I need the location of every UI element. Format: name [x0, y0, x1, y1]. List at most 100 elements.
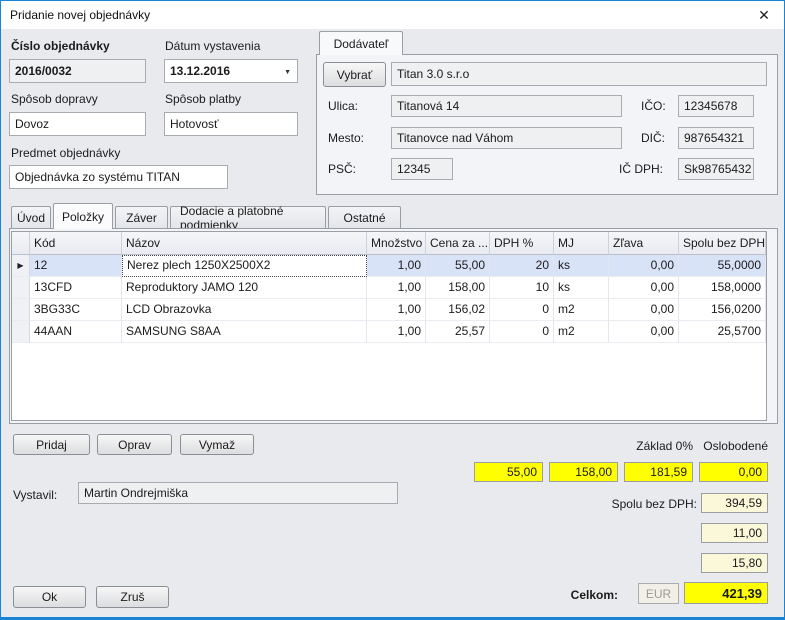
- col-spolu[interactable]: Spolu bez DPH: [679, 232, 766, 255]
- cell-cena[interactable]: 156,02: [426, 299, 490, 321]
- subject-field[interactable]: Objednávka zo systému TITAN: [9, 165, 228, 189]
- currency-code: EUR: [646, 587, 671, 601]
- vat-amount-2-field: 15,80: [701, 553, 768, 573]
- table-row[interactable]: 3BG33C LCD Obrazovka 1,00 156,02 0 m2 0,…: [12, 299, 766, 321]
- icdph-field[interactable]: Sk98765432: [678, 158, 754, 180]
- cell-zlava[interactable]: 0,00: [609, 255, 679, 277]
- row-selector: [12, 277, 30, 299]
- dialog-add-order: Pridanie novej objednávky ✕ Číslo objedn…: [0, 0, 785, 620]
- col-dph[interactable]: DPH %: [490, 232, 554, 255]
- dic-field[interactable]: 987654321: [678, 127, 754, 149]
- tab-zaver[interactable]: Záver: [115, 206, 168, 229]
- subject-label: Predmet objednávky: [11, 146, 120, 160]
- vat-amount-1-field: 11,00: [701, 523, 768, 543]
- delete-item-button[interactable]: Vymaž: [180, 434, 254, 455]
- table-row[interactable]: 44AAN SAMSUNG S8AA 1,00 25,57 0 m2 0,00 …: [12, 321, 766, 343]
- cell-spolu[interactable]: 55,0000: [679, 255, 766, 277]
- cell-mnozstvo[interactable]: 1,00: [367, 255, 426, 277]
- col-nazov[interactable]: Názov: [122, 232, 367, 255]
- cell-spolu[interactable]: 25,5700: [679, 321, 766, 343]
- city-field[interactable]: Titanovce nad Váhom: [391, 127, 622, 149]
- ico-field[interactable]: 12345678: [678, 95, 754, 117]
- tab-polozky[interactable]: Položky: [53, 203, 113, 229]
- issue-date-value: 13.12.2016: [170, 64, 230, 78]
- issue-date-combobox[interactable]: 13.12.2016 ▼: [164, 59, 298, 83]
- cell-mnozstvo[interactable]: 1,00: [367, 277, 426, 299]
- col-mnozstvo[interactable]: Množstvo: [367, 232, 426, 255]
- cell-zlava[interactable]: 0,00: [609, 277, 679, 299]
- col-cena[interactable]: Cena za ...: [426, 232, 490, 255]
- title-bar: Pridanie novej objednávky ✕: [1, 1, 784, 29]
- payment-label: Spôsob platby: [165, 92, 241, 106]
- supplier-name-field[interactable]: Titan 3.0 s.r.o: [391, 62, 767, 86]
- row-selector: [12, 299, 30, 321]
- street-field[interactable]: Titanová 14: [391, 95, 622, 117]
- issued-by-field[interactable]: Martin Ondrejmiška: [78, 482, 398, 504]
- cell-kod[interactable]: 44AAN: [30, 321, 122, 343]
- cell-kod[interactable]: 12: [30, 255, 122, 277]
- cell-dph[interactable]: 0: [490, 321, 554, 343]
- table-row[interactable]: ▶ 12 Nerez plech 1250X2500X2 1,00 55,00 …: [12, 255, 766, 277]
- cell-nazov[interactable]: SAMSUNG S8AA: [122, 321, 367, 343]
- table-row[interactable]: 13CFD Reproduktory JAMO 120 1,00 158,00 …: [12, 277, 766, 299]
- select-supplier-button[interactable]: Vybrať: [323, 62, 386, 87]
- cell-mj[interactable]: ks: [554, 277, 609, 299]
- tab-ostatne[interactable]: Ostatné: [328, 206, 401, 229]
- cell-cena[interactable]: 25,57: [426, 321, 490, 343]
- order-number-label: Číslo objednávky: [11, 39, 110, 53]
- total-field: 421,39: [684, 582, 768, 604]
- items-table-header: Kód Názov Množstvo Cena za ... DPH % MJ …: [12, 232, 766, 255]
- col-kod[interactable]: Kód: [30, 232, 122, 255]
- cell-nazov[interactable]: LCD Obrazovka: [122, 299, 367, 321]
- row-selector-header: [12, 232, 30, 255]
- tab-uvod[interactable]: Úvod: [11, 206, 51, 229]
- cell-mj[interactable]: m2: [554, 299, 609, 321]
- cell-spolu[interactable]: 158,0000: [679, 277, 766, 299]
- cell-dph[interactable]: 10: [490, 277, 554, 299]
- col-mj[interactable]: MJ: [554, 232, 609, 255]
- cell-cena[interactable]: 158,00: [426, 277, 490, 299]
- window-title: Pridanie novej objednávky: [10, 8, 150, 22]
- zip-field[interactable]: 12345: [391, 158, 453, 180]
- cell-mj[interactable]: ks: [554, 255, 609, 277]
- issued-by-label: Vystavil:: [13, 488, 57, 502]
- cell-dph[interactable]: 20: [490, 255, 554, 277]
- icdph-label: IČ DPH:: [619, 162, 663, 176]
- chevron-down-icon[interactable]: ▼: [284, 69, 291, 76]
- edit-item-button[interactable]: Oprav: [97, 434, 172, 455]
- add-item-button[interactable]: Pridaj: [13, 434, 90, 455]
- cell-dph[interactable]: 0: [490, 299, 554, 321]
- window-border: [1, 617, 784, 619]
- ico-label: IČO:: [641, 99, 666, 113]
- cell-kod[interactable]: 13CFD: [30, 277, 122, 299]
- cell-spolu[interactable]: 156,0200: [679, 299, 766, 321]
- items-table: Kód Názov Množstvo Cena za ... DPH % MJ …: [11, 231, 767, 421]
- col-zlava[interactable]: Zľava: [609, 232, 679, 255]
- cell-mnozstvo[interactable]: 1,00: [367, 299, 426, 321]
- transport-field[interactable]: Dovoz: [9, 112, 146, 136]
- tab-dodavatel[interactable]: Dodávateľ: [319, 31, 403, 55]
- exempt-field: 0,00: [699, 462, 768, 482]
- payment-field[interactable]: Hotovosť: [164, 112, 298, 136]
- ok-button[interactable]: Ok: [13, 586, 86, 608]
- issue-date-label: Dátum vystavenia: [165, 39, 260, 53]
- exempt-label: Oslobodené: [699, 439, 768, 453]
- city-label: Mesto:: [328, 131, 364, 145]
- cell-kod[interactable]: 3BG33C: [30, 299, 122, 321]
- cell-mnozstvo[interactable]: 1,00: [367, 321, 426, 343]
- cell-nazov[interactable]: Reproduktory JAMO 120: [122, 277, 367, 299]
- base-20-field: 55,00: [474, 462, 543, 482]
- cancel-button[interactable]: Zruš: [96, 586, 169, 608]
- base-10-field: 158,00: [549, 462, 618, 482]
- close-icon[interactable]: ✕: [755, 6, 773, 24]
- dic-label: DIČ:: [641, 131, 665, 145]
- cell-nazov[interactable]: Nerez plech 1250X2500X2: [122, 255, 367, 277]
- order-number-field[interactable]: 2016/0032: [9, 59, 146, 83]
- cell-zlava[interactable]: 0,00: [609, 321, 679, 343]
- cell-zlava[interactable]: 0,00: [609, 299, 679, 321]
- tab-dodacie-podmienky[interactable]: Dodacie a platobné podmienky: [170, 206, 326, 229]
- cell-cena[interactable]: 55,00: [426, 255, 490, 277]
- zip-label: PSČ:: [328, 162, 356, 176]
- transport-label: Spôsob dopravy: [11, 92, 98, 106]
- cell-mj[interactable]: m2: [554, 321, 609, 343]
